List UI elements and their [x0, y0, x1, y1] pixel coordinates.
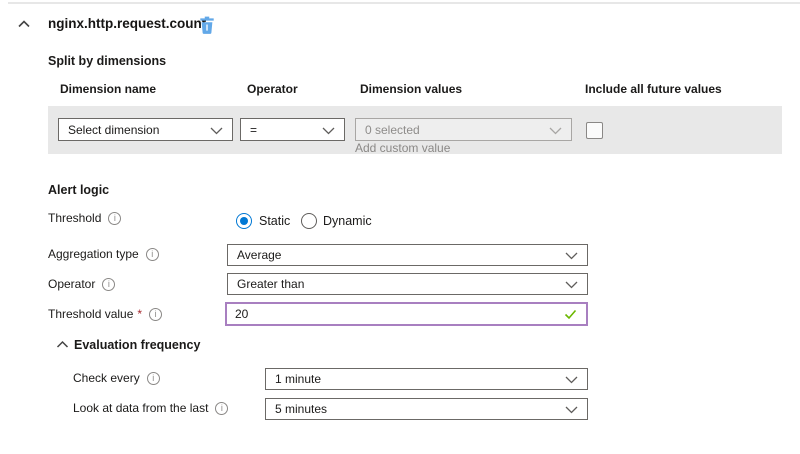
delete-condition-trash-icon[interactable] [198, 15, 216, 34]
chevron-down-icon [565, 406, 578, 414]
operator-select[interactable]: Greater than [227, 273, 588, 295]
check-every-select-value: 1 minute [275, 372, 321, 386]
lookback-label: Look at data from the last [73, 401, 208, 415]
include-future-values-checkbox[interactable] [586, 122, 603, 139]
chevron-down-icon [565, 252, 578, 260]
info-icon[interactable] [102, 278, 115, 291]
operator-label-row: Operator [48, 277, 115, 291]
info-icon[interactable] [149, 308, 162, 321]
dimension-values-select-value: 0 selected [365, 123, 420, 137]
info-icon[interactable] [146, 248, 159, 261]
check-every-select[interactable]: 1 minute [265, 368, 588, 390]
check-every-label: Check every [73, 371, 140, 385]
split-by-dimensions-title: Split by dimensions [48, 54, 166, 68]
threshold-dynamic-label: Dynamic [323, 214, 372, 228]
operator-label: Operator [48, 277, 95, 291]
chevron-down-icon [322, 127, 335, 135]
chevron-down-icon [565, 281, 578, 289]
info-icon[interactable] [108, 212, 121, 225]
info-icon[interactable] [215, 402, 228, 415]
top-divider [8, 2, 800, 4]
aggregation-type-label-row: Aggregation type [48, 247, 159, 261]
alert-logic-title: Alert logic [48, 183, 109, 197]
signal-title: nginx.http.request.count [48, 16, 206, 31]
lookback-select-value: 5 minutes [275, 402, 327, 416]
collapse-signal-chevron-up-icon[interactable] [17, 19, 31, 29]
threshold-value-input[interactable] [227, 307, 564, 321]
operator-select-value: Greater than [237, 277, 304, 291]
valid-checkmark-icon [564, 309, 577, 320]
add-custom-value-link[interactable]: Add custom value [355, 141, 450, 155]
evaluation-frequency-title: Evaluation frequency [74, 338, 200, 352]
dimension-operator-select-value: = [250, 123, 257, 137]
threshold-value-label: Threshold value [48, 307, 133, 321]
threshold-dynamic-radio[interactable] [301, 213, 317, 229]
chevron-down-icon [549, 127, 562, 135]
info-icon[interactable] [147, 372, 160, 385]
threshold-static-radio[interactable] [236, 213, 252, 229]
threshold-label-row: Threshold [48, 211, 121, 225]
evaluation-frequency-chevron-up-icon[interactable] [56, 340, 69, 349]
chevron-down-icon [565, 376, 578, 384]
check-every-label-row: Check every [73, 371, 160, 385]
threshold-static-label: Static [259, 214, 290, 228]
metric-condition-panel: nginx.http.request.count Split by dimens… [0, 0, 800, 454]
col-header-dimension-values: Dimension values [360, 82, 462, 96]
dimension-name-select-value: Select dimension [68, 123, 159, 137]
threshold-value-label-row: Threshold value * [48, 307, 162, 321]
threshold-label: Threshold [48, 211, 101, 225]
aggregation-type-select[interactable]: Average [227, 244, 588, 266]
aggregation-type-label: Aggregation type [48, 247, 139, 261]
lookback-label-row: Look at data from the last [73, 401, 228, 415]
chevron-down-icon [210, 127, 223, 135]
col-header-dimension-name: Dimension name [60, 82, 156, 96]
col-header-include-future: Include all future values [585, 82, 722, 96]
col-header-operator: Operator [247, 82, 298, 96]
lookback-select[interactable]: 5 minutes [265, 398, 588, 420]
required-asterisk: * [137, 307, 142, 321]
dimension-name-select[interactable]: Select dimension [58, 118, 233, 141]
dimension-values-select[interactable]: 0 selected [355, 118, 572, 141]
aggregation-type-select-value: Average [237, 248, 281, 262]
dimension-operator-select[interactable]: = [240, 118, 345, 141]
threshold-value-field [225, 302, 588, 326]
